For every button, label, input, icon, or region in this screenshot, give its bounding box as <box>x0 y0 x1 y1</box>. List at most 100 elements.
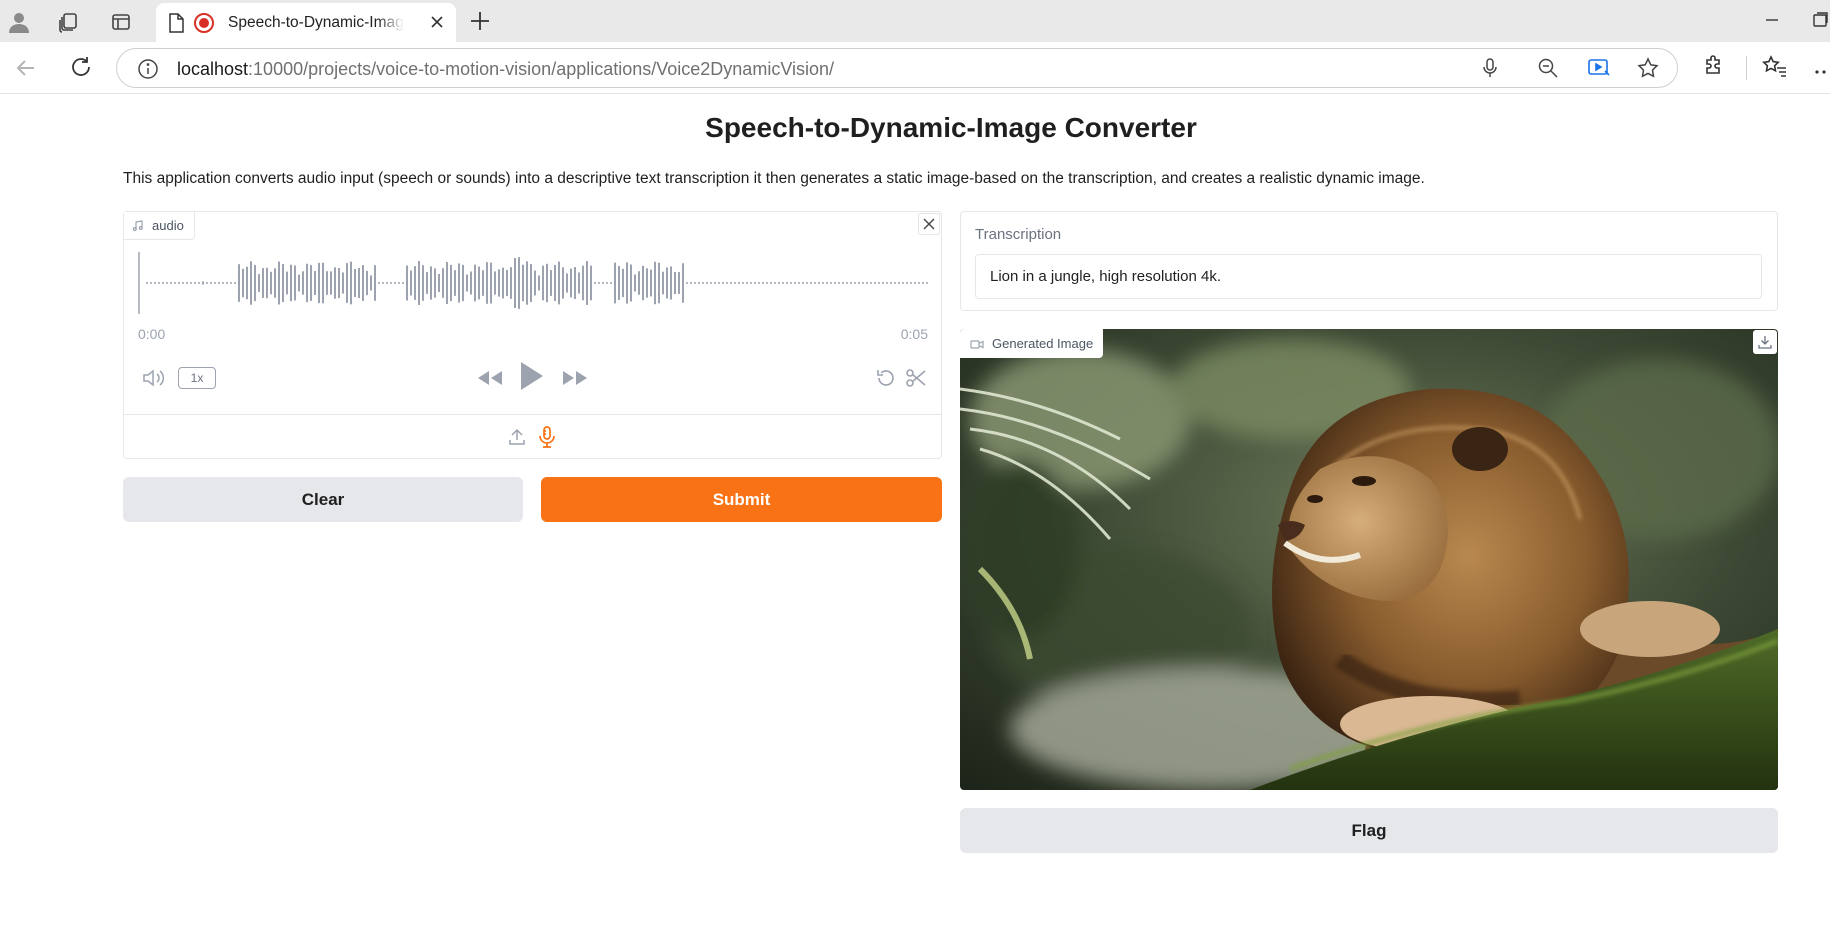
new-tab-icon[interactable] <box>468 9 492 38</box>
reload-icon[interactable] <box>68 54 94 85</box>
waveform-bar <box>674 271 676 295</box>
waveform-bar <box>242 268 244 298</box>
submit-button[interactable]: Submit <box>541 477 942 522</box>
waveform-bar <box>766 282 768 284</box>
tab-title: Speech-to-Dynamic-Image Converter <box>228 14 404 31</box>
waveform-bar <box>382 282 384 284</box>
waveform-bar <box>630 264 632 302</box>
waveform-bar <box>670 266 672 300</box>
favorite-star-icon[interactable] <box>1637 57 1659 84</box>
waveform-bar <box>686 282 688 284</box>
waveform-bar <box>682 263 684 303</box>
waveform-bar <box>226 282 228 284</box>
download-icon[interactable] <box>1753 330 1777 354</box>
waveform-bar <box>494 271 496 295</box>
waveform-bar <box>366 270 368 296</box>
microphone-icon[interactable] <box>537 425 557 449</box>
transcription-output[interactable]: Lion in a jungle, high resolution 4k. <box>975 254 1762 299</box>
waveform-bar <box>218 282 220 284</box>
back-icon[interactable] <box>12 54 40 87</box>
minimize-icon[interactable] <box>1762 10 1782 35</box>
waveform-bar <box>238 264 240 302</box>
waveform-bar <box>798 282 800 284</box>
waveform-bar <box>290 264 292 302</box>
volume-icon[interactable] <box>142 368 166 388</box>
voice-search-icon[interactable] <box>1479 57 1501 84</box>
waveform-bar <box>550 270 552 296</box>
waveform-bar <box>154 282 156 284</box>
waveform-bar <box>570 268 572 298</box>
tab-close-icon[interactable] <box>428 13 446 36</box>
waveform-bar <box>262 268 264 298</box>
waveform-bar <box>530 263 532 303</box>
waveform-bar <box>510 267 512 299</box>
tab-actions-icon[interactable] <box>108 9 134 35</box>
waveform-bar <box>362 265 364 301</box>
time-start: 0:00 <box>138 326 166 342</box>
waveform-bar <box>722 282 724 284</box>
waveform-bar <box>666 267 668 299</box>
site-info-icon[interactable] <box>137 58 159 85</box>
waveform-bar <box>830 282 832 284</box>
waveform-bar <box>394 282 396 284</box>
waveform-bar <box>386 282 388 284</box>
waveform-bar <box>598 282 600 284</box>
transcription-panel: Transcription Lion in a jungle, high res… <box>960 211 1778 311</box>
reset-icon[interactable] <box>875 367 897 389</box>
playback-speed-button[interactable]: 1x <box>178 367 216 389</box>
clear-button[interactable]: Clear <box>123 477 523 522</box>
waveform-bar <box>474 264 476 302</box>
waveform-bar <box>902 282 904 284</box>
waveform-bar <box>158 282 160 284</box>
waveform-bar <box>314 270 316 296</box>
waveform-bar <box>886 282 888 284</box>
waveform-bar <box>302 271 304 295</box>
page-title: Speech-to-Dynamic-Image Converter <box>705 112 1197 143</box>
waveform-bar <box>790 282 792 284</box>
audio-waveform[interactable] <box>138 252 928 314</box>
waveform-bar <box>658 262 660 304</box>
waveform-bar <box>470 271 472 295</box>
play-icon[interactable] <box>519 360 545 392</box>
upload-icon[interactable] <box>507 427 527 447</box>
waveform-bar <box>566 273 568 293</box>
waveform-bar <box>214 282 216 284</box>
media-cast-icon[interactable] <box>1587 57 1611 84</box>
waveform-bar <box>538 275 540 291</box>
waveform-bar <box>202 281 204 285</box>
url-text: localhost:10000/projects/voice-to-motion… <box>177 59 835 79</box>
zoom-out-icon[interactable] <box>1537 57 1559 84</box>
trim-scissors-icon[interactable] <box>905 367 927 389</box>
waveform-bar <box>310 265 312 301</box>
waveform-bar <box>498 269 500 297</box>
skip-forward-icon[interactable] <box>561 368 589 388</box>
profile-icon[interactable] <box>6 9 32 35</box>
more-options-icon[interactable] <box>1814 62 1830 80</box>
waveform-bar <box>726 282 728 284</box>
waveform-bar <box>662 271 664 295</box>
waveform-bar <box>178 282 180 284</box>
music-note-icon <box>132 219 143 231</box>
url-field[interactable]: localhost:10000/projects/voice-to-motion… <box>116 48 1678 88</box>
maximize-icon[interactable] <box>1812 10 1828 35</box>
close-icon[interactable] <box>918 213 940 235</box>
favorites-icon[interactable] <box>1762 54 1788 83</box>
toolbar-separator <box>1746 56 1747 80</box>
skip-backward-icon[interactable] <box>476 368 504 388</box>
waveform-bar <box>274 268 276 298</box>
waveform-bar <box>574 267 576 299</box>
waveform-bar <box>234 282 236 284</box>
waveform-bar <box>654 261 656 305</box>
waveform-bar <box>286 271 288 295</box>
waveform-bar <box>822 282 824 284</box>
active-tab[interactable]: Speech-to-Dynamic-Image Converter <box>156 3 456 42</box>
waveform-bar <box>222 282 224 284</box>
workspaces-icon[interactable] <box>55 9 81 35</box>
waveform-bar <box>926 282 928 284</box>
waveform-bar <box>526 261 528 305</box>
waveform-bar <box>414 266 416 300</box>
flag-button[interactable]: Flag <box>960 808 1778 853</box>
extensions-icon[interactable] <box>1702 54 1726 83</box>
time-end: 0:05 <box>900 326 928 342</box>
waveform-bar <box>762 282 764 284</box>
